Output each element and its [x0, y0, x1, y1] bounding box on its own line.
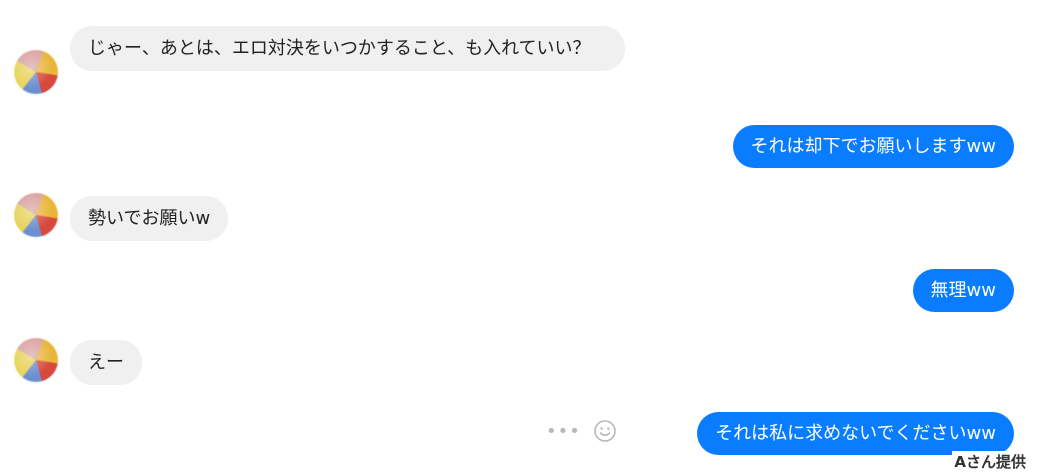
outgoing-message-bubble[interactable]: 無理ww: [912, 269, 1014, 312]
avatar[interactable]: [14, 50, 58, 94]
outgoing-message-bubble[interactable]: それは私に求めないでくださいww: [697, 412, 1014, 455]
avatar[interactable]: [14, 338, 58, 382]
message-actions: •••: [546, 419, 617, 443]
emoji-reaction-icon[interactable]: [593, 419, 617, 443]
chat-thread: じゃー、あとは、エロ対決をいつかすること、も入れていい？ それは却下でお願いしま…: [0, 0, 1040, 475]
image-credit: Aさん提供: [952, 451, 1028, 472]
incoming-message-bubble[interactable]: じゃー、あとは、エロ対決をいつかすること、も入れていい？: [70, 26, 625, 71]
avatar[interactable]: [14, 193, 58, 237]
more-options-icon[interactable]: •••: [546, 421, 581, 442]
incoming-message-bubble[interactable]: えー: [70, 340, 142, 385]
outgoing-message-bubble[interactable]: それは却下でお願いしますww: [732, 125, 1014, 168]
incoming-message-bubble[interactable]: 勢いでお願いw: [70, 196, 229, 241]
